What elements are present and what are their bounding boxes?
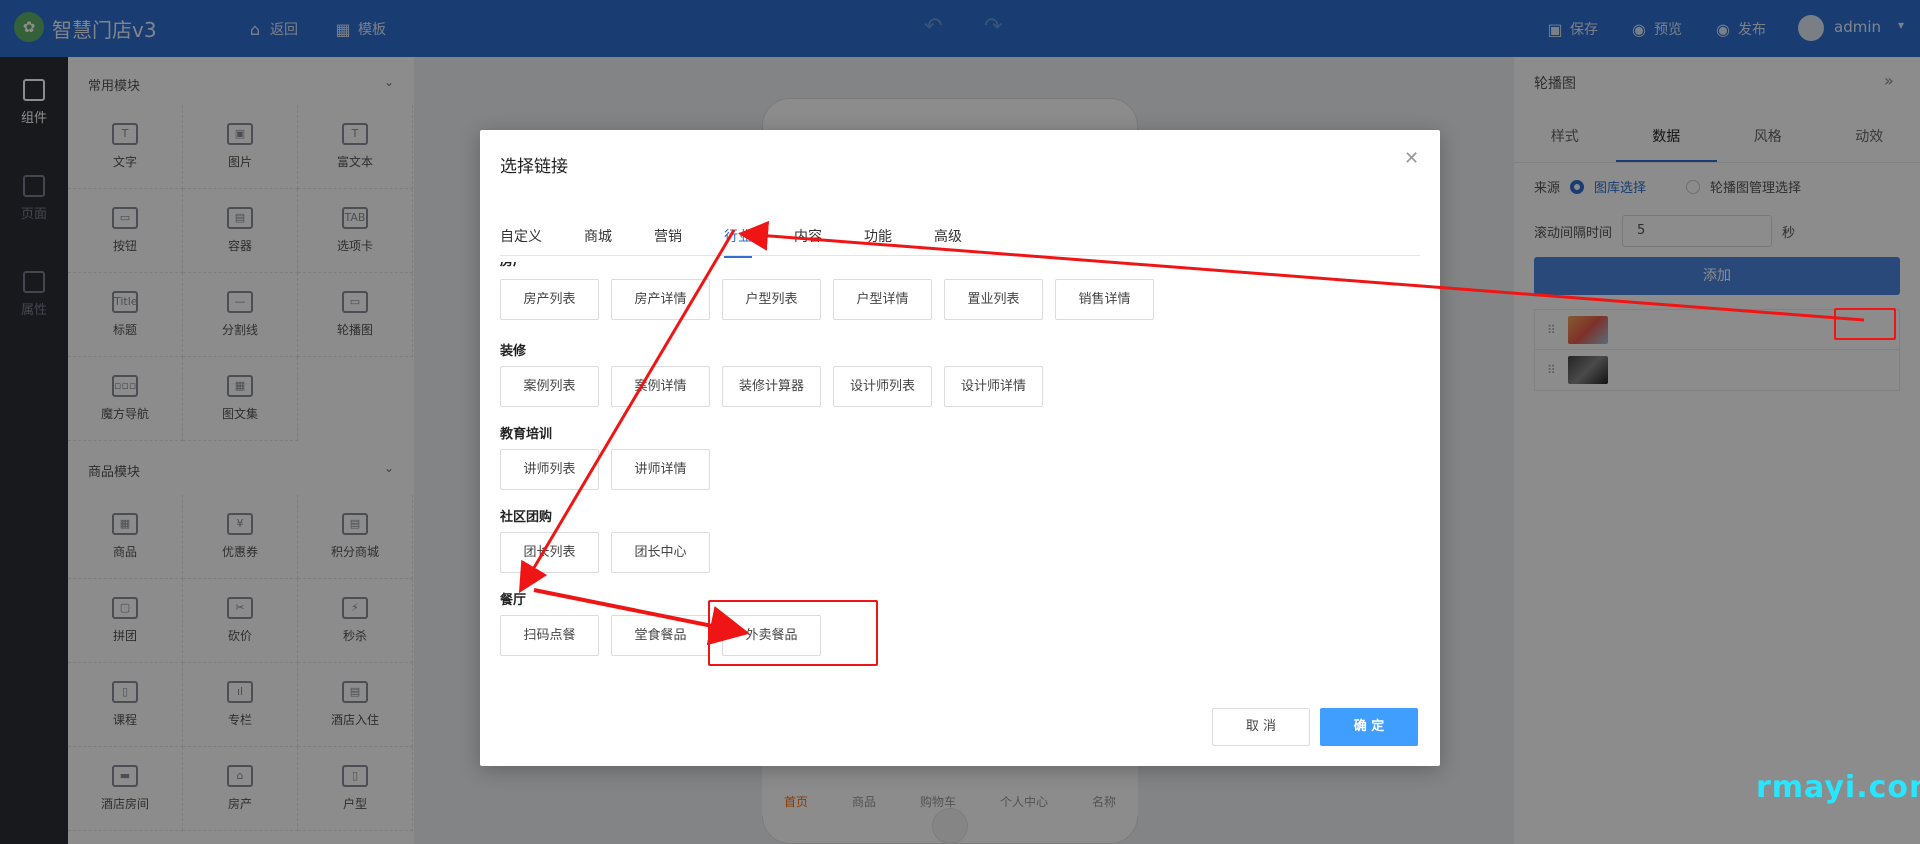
link-option-button[interactable]: 团长中心 <box>611 532 710 573</box>
button-row: 团长列表 团长中心 <box>500 532 710 573</box>
dialog-footer: 取 消 确 定 <box>1212 708 1418 746</box>
section-realestate: 房产列表 房产详情 户型列表 户型详情 置业列表 销售详情 <box>500 273 1154 320</box>
link-option-button[interactable]: 案例详情 <box>611 366 710 407</box>
link-option-button[interactable]: 案例列表 <box>500 366 599 407</box>
section-title: 装修 <box>500 344 527 359</box>
dialog-tab[interactable]: 行业 <box>724 222 752 258</box>
link-option-button[interactable]: 讲师列表 <box>500 449 599 490</box>
section-title: 教育培训 <box>500 427 553 442</box>
link-option-button[interactable]: 堂食餐品 <box>611 615 710 656</box>
dialog-tab[interactable]: 内容 <box>794 222 822 255</box>
button-row: 讲师列表 讲师详情 <box>500 449 710 490</box>
link-option-button[interactable]: 团长列表 <box>500 532 599 573</box>
link-option-button[interactable]: 户型列表 <box>722 279 821 320</box>
link-option-button[interactable]: 设计师列表 <box>833 366 932 407</box>
link-option-button[interactable]: 扫码点餐 <box>500 615 599 656</box>
link-option-button[interactable]: 房产详情 <box>611 279 710 320</box>
confirm-button[interactable]: 确 定 <box>1320 708 1418 746</box>
close-icon[interactable]: ✕ <box>1404 148 1419 169</box>
dialog-tab[interactable]: 高级 <box>934 222 962 255</box>
section-education: 教育培训 讲师列表 讲师详情 <box>500 423 710 490</box>
dialog-tab[interactable]: 营销 <box>654 222 682 255</box>
section-decoration: 装修 案例列表 案例详情 装修计算器 设计师列表 设计师详情 <box>500 340 1043 407</box>
link-option-button[interactable]: 讲师详情 <box>611 449 710 490</box>
annotation-box <box>708 600 878 666</box>
watermark: rmayi.com <box>1756 770 1920 805</box>
cancel-button[interactable]: 取 消 <box>1212 708 1310 746</box>
link-option-button[interactable]: 户型详情 <box>833 279 932 320</box>
dialog-title: 选择链接 <box>500 157 568 177</box>
button-row: 房产列表 房产详情 户型列表 户型详情 置业列表 销售详情 <box>500 279 1154 320</box>
link-option-button[interactable]: 设计师详情 <box>944 366 1043 407</box>
link-option-button[interactable]: 销售详情 <box>1055 279 1154 320</box>
link-option-button[interactable]: 置业列表 <box>944 279 1043 320</box>
dialog-tab[interactable]: 自定义 <box>500 222 542 255</box>
dialog-tab[interactable]: 功能 <box>864 222 892 255</box>
button-row: 案例列表 案例详情 装修计算器 设计师列表 设计师详情 <box>500 366 1043 407</box>
dialog-tabs: 自定义 商城 营销 行业 内容 功能 高级 <box>500 222 1420 258</box>
dialog-tab[interactable]: 商城 <box>584 222 612 255</box>
link-option-button[interactable]: 房产列表 <box>500 279 599 320</box>
section-title-realestate: 房产 <box>500 262 530 270</box>
section-community: 社区团购 团长列表 团长中心 <box>500 506 710 573</box>
link-option-button[interactable]: 装修计算器 <box>722 366 821 407</box>
annotation-box <box>1834 308 1896 340</box>
link-select-dialog: 选择链接 ✕ 自定义 商城 营销 行业 内容 功能 高级 房产 房产列表房产详情户型列表户型… <box>480 130 1440 766</box>
section-title: 社区团购 <box>500 510 553 525</box>
